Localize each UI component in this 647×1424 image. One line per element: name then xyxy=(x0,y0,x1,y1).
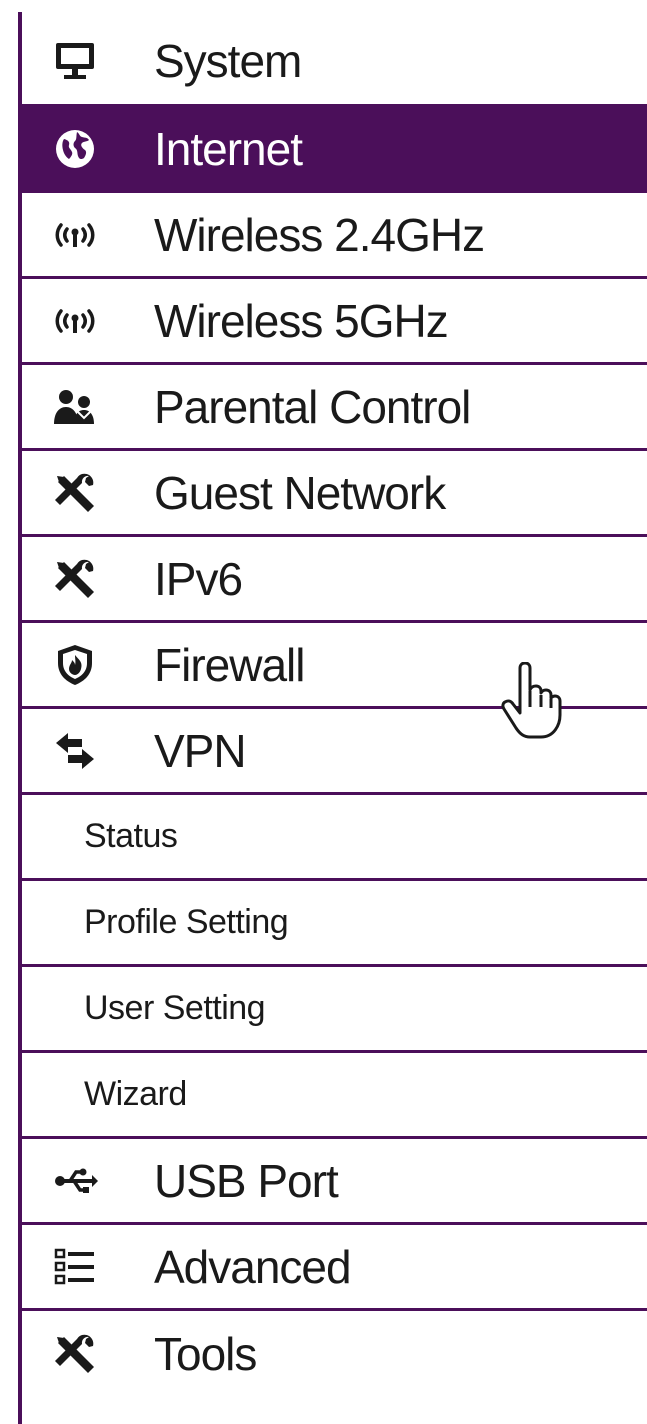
menu-item-label: IPv6 xyxy=(154,552,243,605)
submenu-item-label: Wizard xyxy=(84,1075,187,1113)
menu-item-wireless-5ghz[interactable]: Wireless 5GHz xyxy=(22,279,647,365)
menu-item-guest-network[interactable]: Guest Network xyxy=(22,451,647,537)
menu-item-label: Guest Network xyxy=(154,466,446,519)
menu-item-label: Wireless 2.4GHz xyxy=(154,208,485,261)
users-icon xyxy=(52,384,98,430)
monitor-icon xyxy=(52,38,98,84)
menu-item-parental-control[interactable]: Parental Control xyxy=(22,365,647,451)
menu-item-label: Internet xyxy=(154,122,303,175)
menu-item-usb-port[interactable]: USB Port xyxy=(22,1139,647,1225)
submenu-item-wizard[interactable]: Wizard xyxy=(22,1053,647,1139)
submenu-item-user-setting[interactable]: User Setting xyxy=(22,967,647,1053)
menu-item-ipv6[interactable]: IPv6 xyxy=(22,537,647,623)
submenu-item-profile-setting[interactable]: Profile Setting xyxy=(22,881,647,967)
menu-item-label: Advanced xyxy=(154,1240,352,1293)
menu-item-label: USB Port xyxy=(154,1154,339,1207)
menu-item-wireless-24ghz[interactable]: Wireless 2.4GHz xyxy=(22,193,647,279)
menu-item-label: System xyxy=(154,35,302,87)
submenu-item-label: User Setting xyxy=(84,989,266,1027)
wireless-icon xyxy=(52,212,98,258)
tools-icon xyxy=(52,1331,98,1377)
menu-item-label: Parental Control xyxy=(154,380,471,433)
hand-pointer-icon xyxy=(500,661,562,742)
menu-item-advanced[interactable]: Advanced xyxy=(22,1225,647,1311)
exchange-arrows-icon xyxy=(52,728,98,774)
menu-item-label: Tools xyxy=(154,1328,257,1380)
globe-icon xyxy=(52,126,98,172)
menu-item-tools[interactable]: Tools xyxy=(22,1311,647,1397)
shield-fire-icon xyxy=(52,642,98,688)
tools-icon xyxy=(52,556,98,602)
tools-icon xyxy=(52,470,98,516)
menu-item-label: Firewall xyxy=(154,638,305,691)
menu-item-internet[interactable]: Internet xyxy=(22,107,647,193)
submenu-item-status[interactable]: Status xyxy=(22,795,647,881)
submenu-item-label: Profile Setting xyxy=(84,903,289,941)
usb-icon xyxy=(52,1158,98,1204)
menu-item-label: Wireless 5GHz xyxy=(154,294,449,347)
submenu-item-label: Status xyxy=(84,817,178,855)
wireless-icon xyxy=(52,298,98,344)
menu-item-label: VPN xyxy=(154,724,247,777)
list-icon xyxy=(52,1244,98,1290)
menu-item-system[interactable]: System xyxy=(22,18,647,107)
